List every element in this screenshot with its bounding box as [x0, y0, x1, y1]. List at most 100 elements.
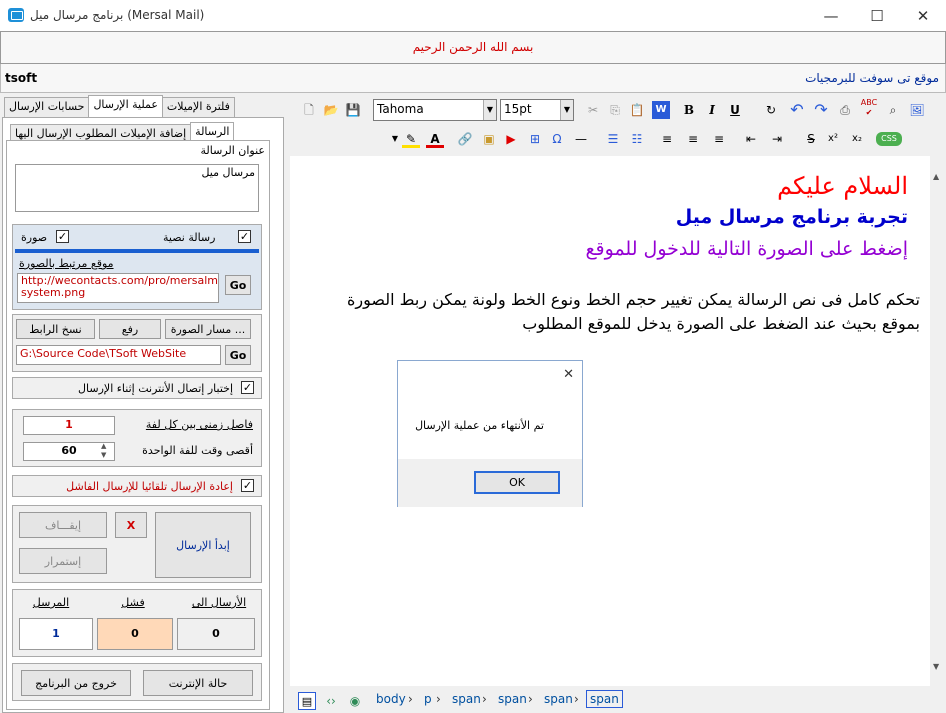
test-connection-checkbox[interactable]: ✓ [241, 381, 254, 394]
dialog-close-button[interactable]: ✕ [563, 367, 574, 382]
image-path-button[interactable]: مسار الصورة ... [165, 319, 251, 339]
spellcheck-icon[interactable]: ABC ✔ [860, 98, 878, 117]
counts-group: الأرسال الى فشل المرسل 0 0 1 [12, 589, 262, 657]
sent-label: المرسل [32, 596, 70, 609]
text-message-checkbox[interactable]: ✓ [238, 230, 251, 243]
font-value: Tahoma [377, 102, 424, 116]
max-time-label: أقصى وقت للفة الواحدة [142, 444, 253, 457]
breadcrumb-span-4[interactable]: span [586, 690, 623, 708]
editor-scrollbar[interactable]: ▲ ▼ [930, 156, 946, 686]
go-path-button[interactable]: Go [225, 345, 251, 365]
stop-button[interactable]: إيقـــاف [19, 512, 107, 538]
picture-icon[interactable]: ▣ [480, 130, 498, 148]
subscript-icon[interactable]: x₂ [848, 130, 866, 148]
video-icon[interactable]: ▶ [502, 130, 520, 148]
css-icon[interactable]: CSS [876, 132, 902, 146]
find-icon[interactable]: ⌕ [884, 101, 902, 119]
print-icon[interactable]: ⎙ [836, 101, 854, 119]
align-right-icon[interactable]: ≡ [710, 130, 728, 148]
bullet-list-icon[interactable]: ☷ [628, 130, 646, 148]
breadcrumb-p[interactable]: p [424, 692, 432, 706]
italic-icon[interactable]: I [703, 101, 721, 119]
bottom-group: خروج من البرنامج حالة الإنترنت [12, 663, 262, 701]
paste-icon[interactable]: 📋 [628, 101, 646, 119]
editor-line-3: إضغط على الصورة التالية للدخول للموقع [585, 238, 908, 260]
image-checkbox[interactable]: ✓ [56, 230, 69, 243]
text-message-label: رسالة نصية [163, 231, 216, 244]
editor-paragraph: تحكم كامل فى نص الرسالة يمكن تغيير حجم ا… [346, 290, 920, 333]
symbol-icon[interactable]: Ω [548, 130, 566, 148]
minimize-button[interactable]: — [808, 0, 854, 31]
table-icon[interactable]: ⊞ [526, 130, 544, 148]
copy-link-button[interactable]: نسخ الرابط [16, 319, 95, 339]
sent-to-count: 0 [177, 618, 255, 650]
align-left-icon[interactable]: ≡ [658, 130, 676, 148]
resend-checkbox[interactable]: ✓ [241, 479, 254, 492]
max-time-spinner[interactable]: ▲ ▼ [101, 442, 106, 460]
app-icon [8, 8, 24, 22]
breadcrumb-span-3[interactable]: span [544, 692, 573, 706]
code-view-icon[interactable]: ‹› [322, 692, 340, 710]
dialog-ok-button[interactable]: OK [474, 471, 560, 494]
failed-count: 0 [97, 618, 173, 650]
resume-button[interactable]: إستمرار [19, 548, 107, 574]
interval-label: فاصل زمنى بين كل لفة [145, 418, 253, 431]
link-url-field[interactable]: http://wecontacts.com/pro/mersalmail-sys… [17, 273, 219, 303]
breadcrumb-span-2[interactable]: span [498, 692, 527, 706]
website-link[interactable]: موقع تى سوفت للبرمجيات [805, 71, 939, 85]
cancel-x-button[interactable]: X [115, 512, 147, 538]
open-icon[interactable]: 📂 [322, 101, 340, 119]
interval-field[interactable]: 1 [23, 416, 115, 435]
horizontal-rule-icon[interactable]: — [572, 130, 590, 148]
design-view-icon[interactable]: ▤ [298, 692, 316, 710]
cut-icon[interactable]: ✂ [584, 101, 602, 119]
maximize-button[interactable]: ☐ [854, 0, 900, 31]
link-icon[interactable]: 🔗 [456, 130, 474, 148]
underline-icon[interactable]: U [726, 101, 744, 119]
message-type-group: ✓ صورة ✓ رسالة نصية موقع مرتبط بالصورة h… [12, 224, 262, 310]
outdent-icon[interactable]: ⇤ [742, 130, 760, 148]
preview-icon[interactable]: ◉ [346, 692, 364, 710]
subject-field[interactable]: مرسال ميل [15, 164, 259, 212]
font-color-icon[interactable]: A [426, 130, 444, 148]
copy-icon[interactable]: ⎘ [606, 101, 624, 119]
font-select[interactable]: Tahoma ▼ [373, 99, 497, 121]
editor-content[interactable]: السلام عليكم تجربة برنامج مرسال ميل إضغط… [290, 156, 930, 686]
sent-to-label: الأرسال الى [191, 596, 247, 609]
new-icon[interactable]: 🗋 [300, 101, 318, 119]
undo-icon[interactable]: ↶ [788, 101, 806, 119]
start-sending-button[interactable]: إبدأ الإرسال [155, 512, 251, 578]
refresh-icon[interactable]: ↻ [762, 101, 780, 119]
title-bar: برنامج مرسال ميل (Mersal Mail) — ☐ ✕ [0, 0, 946, 31]
exit-button[interactable]: خروج من البرنامج [21, 670, 131, 696]
breadcrumb-body[interactable]: body [376, 692, 406, 706]
numbered-list-icon[interactable]: ☰ [604, 130, 622, 148]
bold-icon[interactable]: B [680, 101, 698, 119]
save-icon[interactable]: 💾 [344, 101, 362, 119]
tab-sending[interactable]: عملية الإرسال [88, 95, 163, 117]
window-title: برنامج مرسال ميل (Mersal Mail) [30, 8, 205, 22]
highlight-icon[interactable]: ✎ [402, 130, 420, 148]
close-button[interactable]: ✕ [900, 0, 946, 31]
completion-dialog: ✕ تم الأنتهاء من عملية الإرسال OK [397, 360, 583, 507]
internet-status-button[interactable]: حالة الإنترنت [143, 670, 253, 696]
superscript-icon[interactable]: x² [824, 130, 842, 148]
folder-path-field[interactable]: G:\Source Code\TSoft WebSite [16, 345, 221, 365]
company-label: tsoft [5, 71, 38, 85]
tab-accounts[interactable]: حسابات الإرسال [4, 97, 90, 117]
test-connection-label: إختبار إتصال الأنترنت إثناء الإرسال [78, 382, 233, 395]
indent-icon[interactable]: ⇥ [768, 130, 786, 148]
upload-button[interactable]: رفع [99, 319, 161, 339]
go-link-button[interactable]: Go [225, 275, 251, 295]
redo-icon[interactable]: ↷ [812, 101, 830, 119]
size-select[interactable]: 15pt ▼ [500, 99, 574, 121]
strikethrough-icon[interactable]: S [802, 130, 820, 148]
word-icon[interactable]: W [652, 101, 670, 119]
tab-filter[interactable]: فلترة الإميلات [161, 97, 235, 117]
align-center-icon[interactable]: ≡ [684, 130, 702, 148]
subject-label: عنوان الرسالة [200, 144, 266, 157]
editor-line-2: تجربة برنامج مرسال ميل [675, 206, 908, 228]
resend-group: ✓ إعادة الإرسال تلقائيا للإرسال الفاشل [12, 475, 262, 497]
image-icon[interactable]: 🖼 [908, 101, 926, 119]
breadcrumb-span-1[interactable]: span [452, 692, 481, 706]
